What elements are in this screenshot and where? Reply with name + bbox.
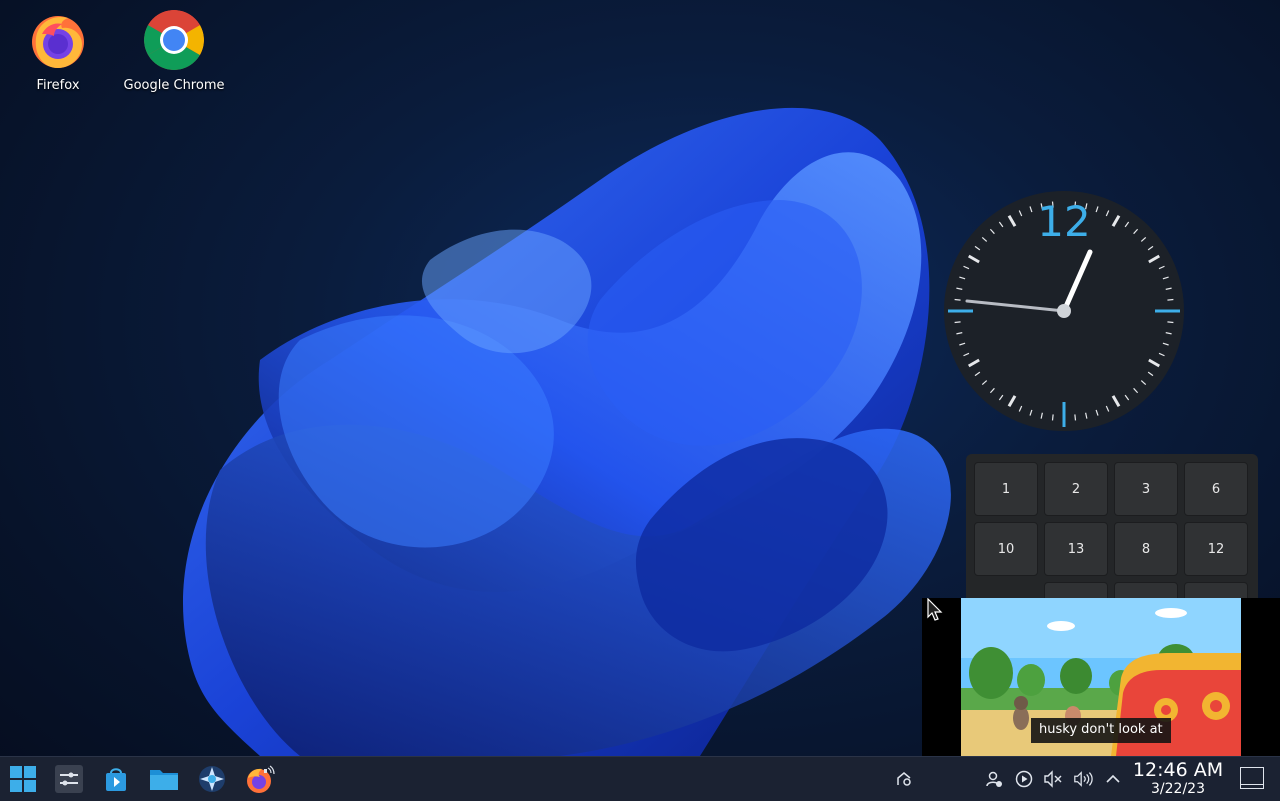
puzzle-tile-number: 10 bbox=[997, 541, 1015, 557]
kde-connect-tray-icon[interactable] bbox=[894, 769, 914, 789]
puzzle-tile-number: 2 bbox=[1071, 481, 1081, 497]
puzzle-tile[interactable]: 8 bbox=[1114, 522, 1178, 576]
puzzle-tile[interactable]: 2 bbox=[1044, 462, 1108, 516]
clock-tick bbox=[1167, 298, 1174, 301]
desktop-icon-firefox[interactable]: Firefox bbox=[3, 4, 113, 93]
firefox-icon bbox=[32, 16, 84, 68]
file-manager-button[interactable] bbox=[147, 763, 181, 795]
puzzle-tile-number: 13 bbox=[1067, 541, 1085, 557]
puzzle-tile[interactable]: 3 bbox=[1114, 462, 1178, 516]
picture-in-picture-player[interactable]: husky don't look at bbox=[922, 598, 1280, 756]
clock-twelve-label: 12 bbox=[1037, 197, 1090, 246]
analog-clock-widget[interactable]: 12 bbox=[943, 190, 1185, 432]
puzzle-tile[interactable]: 10 bbox=[974, 522, 1038, 576]
firefox-icon bbox=[247, 765, 275, 793]
puzzle-tile[interactable]: 13 bbox=[1044, 522, 1108, 576]
start-menu-button[interactable] bbox=[6, 763, 40, 795]
store-bag-icon bbox=[106, 768, 126, 791]
expand-tray-icon[interactable] bbox=[1103, 769, 1123, 789]
settings-sliders-icon bbox=[55, 765, 83, 793]
clock-tick bbox=[954, 321, 961, 324]
puzzle-tile-number: 12 bbox=[1207, 541, 1225, 557]
clock-center-pin bbox=[1057, 304, 1071, 318]
fifteen-puzzle-widget: 1 2 3 6 10 13 8 12 bbox=[966, 454, 1258, 600]
puzzle-tile-number: 8 bbox=[1141, 541, 1151, 557]
desktop-icon-google-chrome[interactable]: Google Chrome bbox=[119, 4, 229, 93]
puzzle-tile[interactable]: 6 bbox=[1184, 462, 1248, 516]
windows-logo-icon bbox=[10, 766, 36, 792]
folder-icon bbox=[150, 770, 178, 790]
firefox-taskbar-button[interactable] bbox=[243, 763, 277, 795]
taskbar-clock-date[interactable]: 3/22/23 bbox=[1130, 781, 1226, 797]
clock-tick bbox=[1074, 414, 1077, 421]
kde-connect-button[interactable] bbox=[195, 763, 229, 795]
mouse-cursor-icon bbox=[927, 598, 943, 621]
puzzle-tile-number: 3 bbox=[1141, 481, 1151, 497]
puzzle-tile[interactable]: 12 bbox=[1184, 522, 1248, 576]
volume-muted-icon[interactable] bbox=[1043, 769, 1063, 789]
video-caption: husky don't look at bbox=[1031, 718, 1171, 743]
puzzle-tile-number: 1 bbox=[1001, 481, 1011, 497]
user-status-icon[interactable] bbox=[984, 769, 1004, 789]
taskbar: 12:46 AM 3/22/23 bbox=[0, 756, 1280, 801]
show-desktop-button[interactable] bbox=[1240, 767, 1264, 789]
media-play-icon[interactable] bbox=[1014, 769, 1034, 789]
kde-star-icon bbox=[199, 766, 225, 792]
desktop-icon-label: Google Chrome bbox=[123, 78, 225, 93]
desktop-icon-label: Firefox bbox=[36, 78, 80, 93]
system-settings-button[interactable] bbox=[52, 763, 86, 795]
chrome-icon bbox=[143, 9, 205, 71]
taskbar-clock-time[interactable]: 12:46 AM bbox=[1130, 759, 1226, 781]
discover-store-button[interactable] bbox=[99, 763, 133, 795]
puzzle-tile[interactable]: 1 bbox=[974, 462, 1038, 516]
clock-tick bbox=[1167, 321, 1174, 324]
clock-tick bbox=[954, 298, 961, 301]
clock-tick bbox=[1051, 414, 1054, 421]
volume-icon[interactable] bbox=[1073, 769, 1093, 789]
puzzle-tile-number: 6 bbox=[1211, 481, 1221, 497]
